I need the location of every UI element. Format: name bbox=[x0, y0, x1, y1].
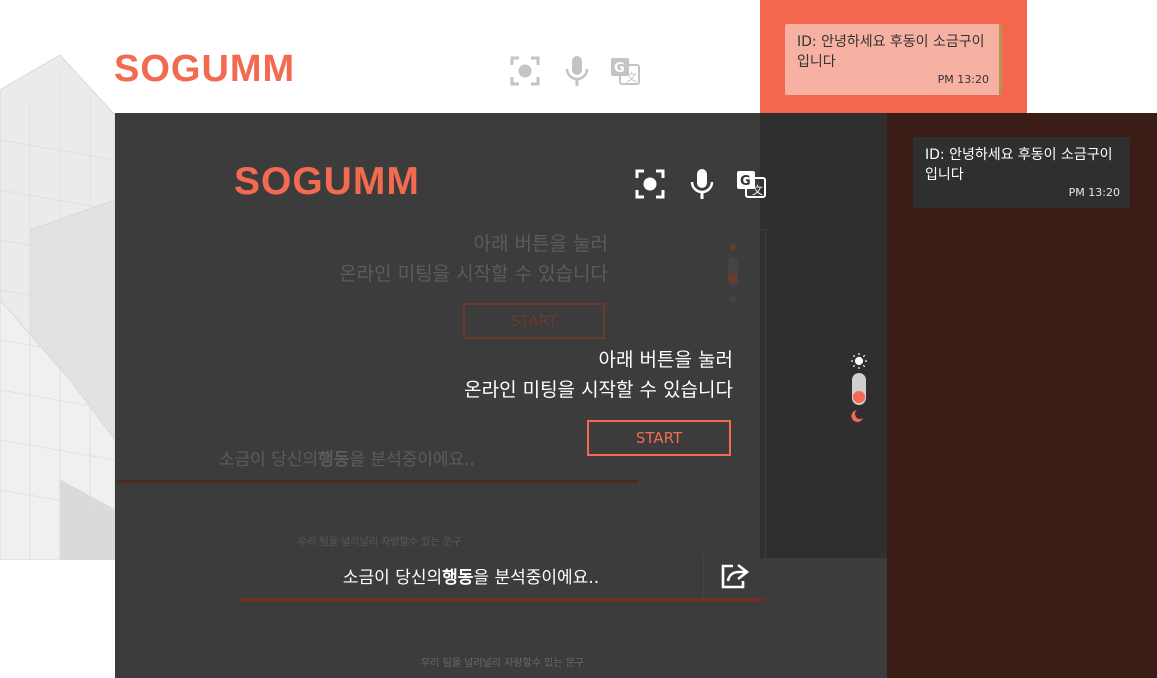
moon-icon bbox=[851, 410, 863, 422]
background-logo: SOGUMM bbox=[114, 48, 296, 90]
ghost-instruction: 아래 버튼을 눌러 온라인 미팅을 시작할 수 있습니다 bbox=[260, 229, 608, 289]
svg-text:文: 文 bbox=[752, 183, 763, 197]
instruction-line2: 온라인 미팅을 시작할 수 있습니다 bbox=[464, 379, 733, 401]
microphone-icon bbox=[562, 54, 592, 88]
chat-bubble: ID: 안녕하세요 후동이 소금구이 입니다 PM 13:20 bbox=[913, 137, 1130, 208]
status-suffix: 을 분석중이에요.. bbox=[473, 568, 600, 588]
share-button[interactable] bbox=[703, 553, 765, 598]
logo: SOGUMM bbox=[234, 160, 420, 203]
ghost-instruction-line1: 아래 버튼을 눌러 bbox=[473, 233, 608, 255]
chat-message: ID: 안녕하세요 후동이 소금구이 입니다 bbox=[797, 34, 985, 70]
chat-time: PM 13:20 bbox=[937, 73, 989, 86]
ghost-theme-toggle bbox=[726, 241, 740, 309]
background-chat-bubble: ID: 안녕하세요 후동이 소금구이 입니다 PM 13:20 bbox=[785, 24, 1002, 95]
ghost-footer: 우리 팀을 널리널리 자랑할수 있는 문구 bbox=[298, 537, 462, 548]
footer-text: 우리 팀을 널리널리 자랑할수 있는 문구 bbox=[421, 658, 585, 669]
svg-text:G: G bbox=[614, 61, 625, 76]
ghost-status-text: 소금이 당신의 행동 을 분석중이에요.. bbox=[117, 434, 577, 480]
chat-time: PM 13:20 bbox=[1068, 186, 1120, 199]
ghost-status-prefix: 소금이 당신의 bbox=[218, 449, 319, 470]
focus-icon bbox=[508, 54, 542, 88]
microphone-icon[interactable] bbox=[687, 166, 717, 202]
chat-message: ID: 안녕하세요 후동이 소금구이 입니다 bbox=[925, 147, 1113, 183]
status-prefix: 소금이 당신의 bbox=[342, 568, 443, 588]
sun-icon bbox=[851, 353, 867, 369]
instruction-line1: 아래 버튼을 눌러 bbox=[598, 349, 733, 371]
ghost-status-emphasis: 행동 bbox=[318, 449, 350, 470]
ghost-start-button: START bbox=[463, 303, 605, 339]
svg-text:文: 文 bbox=[626, 70, 637, 84]
start-button[interactable]: START bbox=[587, 420, 731, 456]
svg-text:G: G bbox=[740, 174, 751, 189]
focus-icon[interactable] bbox=[632, 166, 668, 202]
ghost-instruction-line2: 온라인 미팅을 시작할 수 있습니다 bbox=[339, 263, 608, 285]
ghost-status-bar: 소금이 당신의 행동 을 분석중이에요.. bbox=[117, 434, 638, 483]
theme-toggle[interactable] bbox=[850, 352, 868, 426]
status-bar: 소금이 당신의 행동 을 분석중이에요.. bbox=[239, 553, 765, 601]
ghost-status-suffix: 을 분석중이에요.. bbox=[349, 449, 476, 470]
status-text: 소금이 당신의 행동 을 분석중이에요.. bbox=[239, 553, 703, 598]
status-emphasis: 행동 bbox=[442, 568, 474, 588]
translate-icon[interactable]: G 文 bbox=[733, 167, 769, 201]
instruction-text: 아래 버튼을 눌러 온라인 미팅을 시작할 수 있습니다 bbox=[380, 345, 733, 405]
share-icon bbox=[721, 563, 749, 588]
translate-icon: G 文 bbox=[608, 55, 642, 87]
